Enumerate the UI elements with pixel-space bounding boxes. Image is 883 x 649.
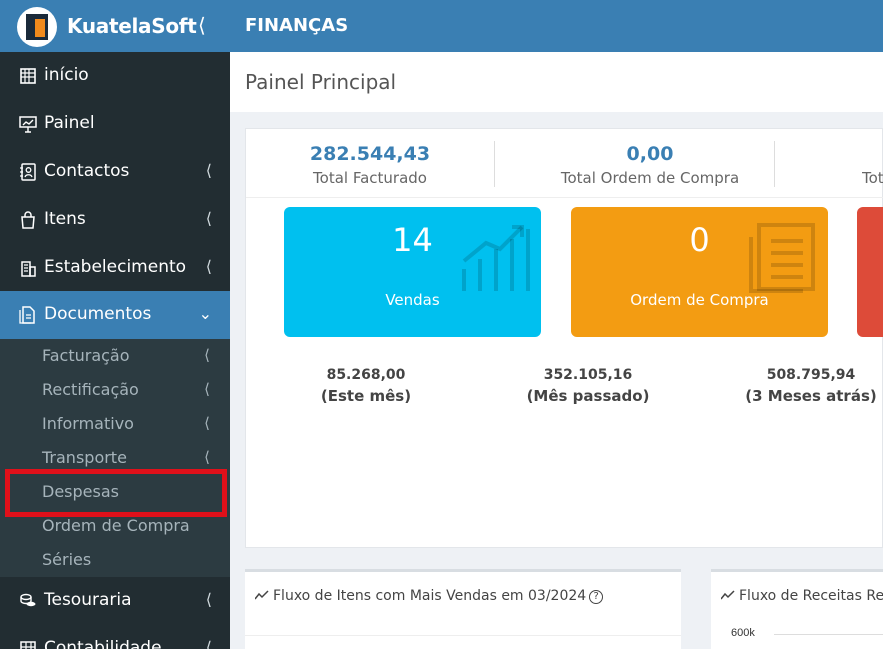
documents-icon — [19, 306, 35, 324]
chevron-left-icon: ⟨ — [204, 380, 210, 398]
tile-caption: Vendas — [385, 291, 440, 309]
sidebar-item-label: Estabelecimento — [44, 257, 187, 277]
stat-third: Tot — [862, 143, 883, 187]
divider — [494, 141, 495, 187]
building-grid-icon — [20, 68, 36, 84]
card-itens-mais-vendas: Fluxo de Itens com Mais Vendas em 03/202… — [245, 569, 681, 649]
sidebar-item-label: Painel — [44, 113, 95, 133]
building-icon — [21, 261, 36, 277]
submenu-item-label: Séries — [42, 550, 92, 569]
chevron-left-icon: ⟨ — [205, 590, 212, 609]
documentos-submenu: Facturação ⟨ Rectificação ⟨ Informativo … — [0, 339, 230, 577]
divider — [774, 141, 775, 187]
submenu-item-label: Informativo — [42, 414, 134, 433]
section-title: FINANÇAS — [245, 15, 349, 36]
brand[interactable]: KuatelaSoft ⟨ — [0, 0, 230, 52]
tile-third[interactable] — [857, 207, 883, 337]
line-chart-icon — [255, 590, 269, 600]
sidebar-item-painel[interactable]: Painel — [0, 100, 230, 148]
axis-label: 600k — [731, 627, 755, 639]
chevron-left-icon: ⟨ — [204, 414, 210, 432]
chevron-left-icon: ⟨ — [204, 448, 210, 466]
sidebar-item-inicio[interactable]: início — [0, 52, 230, 100]
period-value: 85.268,00 — [326, 367, 406, 383]
chevron-left-icon: ⟨ — [205, 638, 212, 649]
grid-line — [774, 634, 883, 635]
ledger-icon — [20, 641, 36, 649]
sidebar-item-contactos[interactable]: Contactos ⟨ — [0, 148, 230, 196]
sidebar-item-label: início — [44, 65, 89, 85]
chevron-down-icon: ⌄ — [198, 304, 212, 323]
stat-caption: Total Ordem de Compra — [560, 169, 740, 187]
content-header: Painel Principal — [230, 52, 883, 112]
sidebar-item-label: Itens — [44, 209, 86, 229]
brand-name: KuatelaSoft — [67, 14, 197, 38]
presentation-chart-icon — [19, 116, 37, 133]
stat-caption: Tot — [862, 169, 883, 187]
stat-value: 0,00 — [626, 143, 674, 165]
tile-value: 14 — [392, 221, 433, 259]
chevron-left-icon: ⟨ — [205, 161, 212, 180]
sidebar-item-documentos[interactable]: Documentos ⌄ — [0, 291, 230, 339]
tile-value: 0 — [689, 221, 710, 259]
tile-vendas[interactable]: 14 Vendas — [284, 207, 541, 337]
chevron-left-icon: ⟨ — [205, 209, 212, 228]
tile-ordem-compra[interactable]: 0 Ordem de Compra — [571, 207, 828, 337]
stat-total-ordem-compra: 0,00 Total Ordem de Compra — [530, 143, 770, 187]
sidebar-item-label: Contactos — [44, 161, 130, 181]
submenu-item-facturacao[interactable]: Facturação ⟨ — [0, 339, 230, 373]
card-title-text: Fluxo de Receitas Re — [739, 588, 883, 604]
period-este-mes: 85.268,00 (Este mês) — [266, 367, 466, 405]
sidebar-item-label: Contabilidade — [44, 638, 162, 649]
sidebar-item-itens[interactable]: Itens ⟨ — [0, 196, 230, 244]
stat-caption: Total Facturado — [313, 169, 427, 187]
stat-value — [862, 143, 883, 165]
tile-caption: Ordem de Compra — [630, 291, 769, 309]
card-fluxo-receitas: Fluxo de Receitas Re 600k — [711, 569, 883, 649]
sidebar-item-contabilidade[interactable]: Contabilidade ⟨ — [0, 625, 230, 649]
submenu-item-informativo[interactable]: Informativo ⟨ — [0, 407, 230, 441]
page-title: Painel Principal — [245, 70, 397, 94]
dashboard-panel: 282.544,43 Total Facturado 0,00 Total Or… — [245, 128, 883, 548]
coins-icon — [20, 593, 36, 607]
sidebar-item-label: Tesouraria — [44, 590, 132, 610]
help-icon[interactable]: ? — [589, 590, 604, 604]
top-bar: KuatelaSoft ⟨ FINANÇAS — [0, 0, 883, 52]
period-mes-passado: 352.105,16 (Mês passado) — [488, 367, 688, 405]
sidebar: início Painel Contactos ⟨ Itens ⟨ Estabe… — [0, 52, 230, 649]
submenu-item-series[interactable]: Séries — [0, 543, 230, 577]
highlight-box — [5, 469, 227, 517]
period-value: 352.105,16 — [543, 367, 633, 383]
submenu-item-label: Transporte — [42, 448, 127, 467]
period-3-meses: 508.795,94 (3 Meses atrás) — [711, 367, 883, 405]
brand-logo — [17, 7, 57, 47]
chevron-left-icon[interactable]: ⟨ — [198, 13, 206, 38]
card-title: Fluxo de Itens com Mais Vendas em 03/202… — [255, 588, 604, 604]
shopping-bag-icon — [21, 211, 35, 229]
period-label: (Este mês) — [320, 387, 412, 405]
stat-total-facturado: 282.544,43 Total Facturado — [250, 143, 490, 187]
sidebar-item-estabelecimento[interactable]: Estabelecimento ⟨ — [0, 244, 230, 292]
chevron-left-icon: ⟨ — [204, 346, 210, 364]
submenu-item-label: Rectificação — [42, 380, 139, 399]
period-label: (3 Meses atrás) — [745, 387, 877, 405]
chevron-left-icon: ⟨ — [205, 257, 212, 276]
line-chart-icon — [721, 590, 735, 600]
divider — [245, 635, 681, 636]
submenu-item-label: Ordem de Compra — [42, 516, 190, 535]
address-book-icon — [20, 163, 36, 181]
card-title-text: Fluxo de Itens com Mais Vendas em 03/202… — [273, 588, 587, 604]
sidebar-item-label: Documentos — [44, 304, 152, 324]
stat-value: 282.544,43 — [309, 143, 431, 165]
card-title: Fluxo de Receitas Re — [721, 588, 883, 604]
submenu-item-rectificacao[interactable]: Rectificação ⟨ — [0, 373, 230, 407]
period-value: 508.795,94 — [766, 367, 856, 383]
divider — [246, 197, 883, 198]
period-label: (Mês passado) — [526, 387, 650, 405]
sidebar-item-tesouraria[interactable]: Tesouraria ⟨ — [0, 577, 230, 625]
submenu-item-label: Facturação — [42, 346, 130, 365]
